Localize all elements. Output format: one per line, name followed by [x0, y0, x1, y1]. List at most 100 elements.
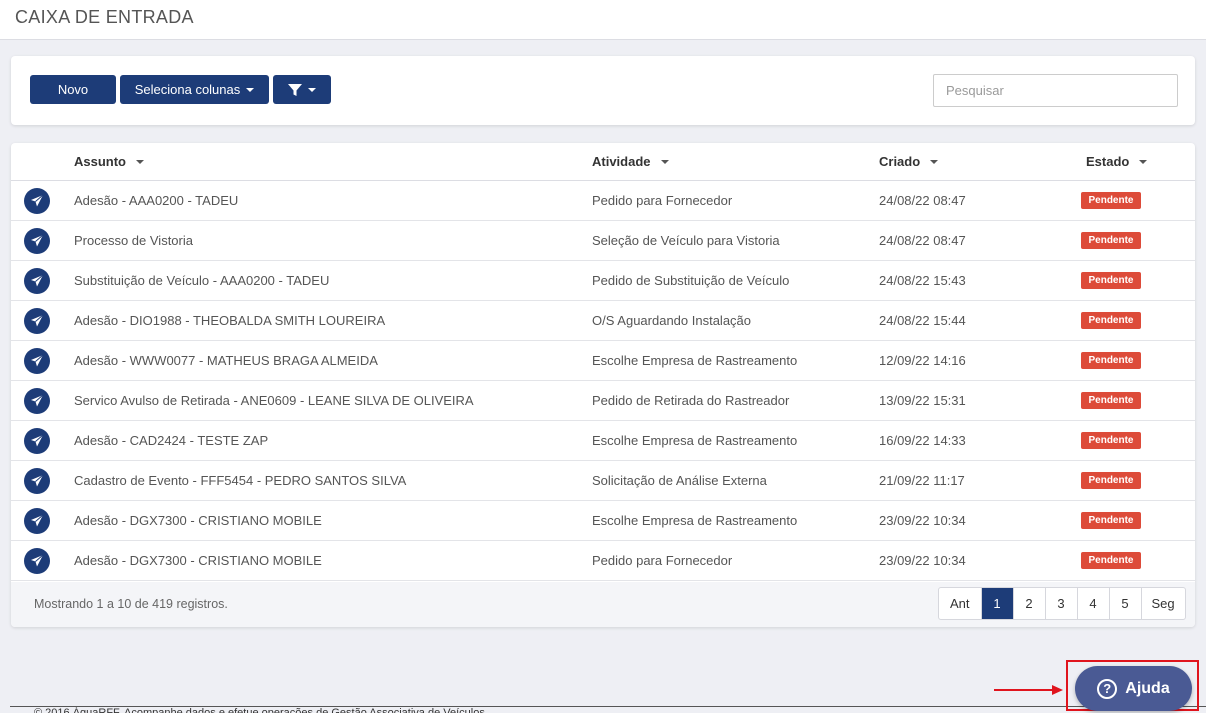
cell-atividade: O/S Aguardando Instalação [592, 313, 752, 328]
table-row[interactable]: Processo de Vistoria Seleção de Veículo … [11, 221, 1195, 261]
column-header-label: Atividade [592, 154, 651, 169]
cell-assunto: Adesão - AAA0200 - TADEU [74, 193, 239, 208]
pagination: Ant 1 2 3 4 5 Seg [938, 587, 1186, 620]
table-row[interactable]: Adesão - DIO1988 - THEOBALDA SMITH LOURE… [11, 301, 1195, 341]
column-header-criado[interactable]: Criado [879, 154, 939, 169]
toolbar: Novo Seleciona colunas [11, 56, 1195, 125]
status-badge: Pendente [1081, 192, 1141, 209]
status-badge: Pendente [1081, 432, 1141, 449]
column-header-estado[interactable]: Estado [1086, 154, 1148, 169]
cell-atividade: Escolhe Empresa de Rastreamento [592, 353, 798, 368]
red-arrow-annotation [994, 685, 1063, 695]
cell-assunto: Adesão - DIO1988 - THEOBALDA SMITH LOURE… [74, 313, 386, 328]
column-header-label: Estado [1086, 154, 1130, 169]
table-row[interactable]: Adesão - DGX7300 - CRISTIANO MOBILE Esco… [11, 501, 1195, 541]
status-badge: Pendente [1081, 312, 1141, 329]
status-badge: Pendente [1081, 512, 1141, 529]
cell-atividade: Escolhe Empresa de Rastreamento [592, 513, 798, 528]
table-footer: Mostrando 1 a 10 de 419 registros. Ant 1… [11, 582, 1195, 627]
cell-assunto: Adesão - DGX7300 - CRISTIANO MOBILE [74, 553, 322, 568]
cell-atividade: Solicitação de Análise Externa [592, 473, 767, 488]
table-row[interactable]: Adesão - WWW0077 - MATHEUS BRAGA ALMEIDA… [11, 341, 1195, 381]
pagination-page-2[interactable]: 2 [1012, 588, 1045, 619]
filter-button[interactable] [273, 75, 331, 104]
table-row[interactable]: Substituição de Veículo - AAA0200 - TADE… [11, 261, 1195, 301]
status-badge: Pendente [1081, 392, 1141, 409]
cell-atividade: Pedido para Fornecedor [592, 553, 733, 568]
chevron-down-icon [246, 87, 255, 92]
status-badge: Pendente [1081, 352, 1141, 369]
pagination-page-3[interactable]: 3 [1044, 588, 1077, 619]
column-header-label: Assunto [74, 154, 126, 169]
cell-atividade: Pedido de Retirada do Rastreador [592, 393, 790, 408]
status-badge: Pendente [1081, 232, 1141, 249]
pagination-page-1[interactable]: 1 [980, 588, 1013, 619]
cell-criado: 23/09/22 10:34 [879, 513, 966, 528]
sort-caret-icon [136, 159, 144, 164]
paper-plane-icon[interactable] [24, 508, 50, 534]
paper-plane-icon[interactable] [24, 348, 50, 374]
pagination-prev[interactable]: Ant [939, 588, 981, 619]
status-badge: Pendente [1081, 272, 1141, 289]
records-info: Mostrando 1 a 10 de 419 registros. [34, 597, 228, 611]
cell-assunto: Adesão - CAD2424 - TESTE ZAP [74, 433, 269, 448]
table-row[interactable]: Servico Avulso de Retirada - ANE0609 - L… [11, 381, 1195, 421]
search-input[interactable] [933, 74, 1178, 107]
sort-caret-icon [930, 159, 939, 164]
table-row[interactable]: Adesão - DGX7300 - CRISTIANO MOBILE Pedi… [11, 541, 1195, 581]
paper-plane-icon[interactable] [24, 548, 50, 574]
cell-criado: 16/09/22 14:33 [879, 433, 966, 448]
table-row[interactable]: Cadastro de Evento - FFF5454 - PEDRO SAN… [11, 461, 1195, 501]
table-row[interactable]: Adesão - AAA0200 - TADEU Pedido para For… [11, 181, 1195, 221]
top-bar: CAIXA DE ENTRADA [0, 0, 1206, 40]
novo-button-label: Novo [57, 82, 89, 97]
paper-plane-icon[interactable] [24, 308, 50, 334]
funnel-icon [288, 83, 302, 96]
sort-caret-icon [660, 159, 669, 164]
cell-assunto: Servico Avulso de Retirada - ANE0609 - L… [74, 393, 474, 408]
cell-atividade: Escolhe Empresa de Rastreamento [592, 433, 798, 448]
paper-plane-icon[interactable] [24, 268, 50, 294]
paper-plane-icon[interactable] [24, 188, 50, 214]
paper-plane-icon[interactable] [24, 428, 50, 454]
cell-assunto: Processo de Vistoria [74, 233, 193, 248]
paper-plane-icon[interactable] [24, 228, 50, 254]
cell-atividade: Pedido para Fornecedor [592, 193, 733, 208]
help-button-label: Ajuda [1125, 679, 1170, 697]
cell-criado: 23/09/22 10:34 [879, 553, 966, 568]
cell-criado: 21/09/22 11:17 [879, 473, 965, 488]
table-header: Assunto Atividade Criado Estado [11, 143, 1195, 181]
cell-criado: 24/08/22 15:44 [879, 313, 966, 328]
cell-criado: 12/09/22 14:16 [879, 353, 966, 368]
pagination-page-4[interactable]: 4 [1076, 588, 1109, 619]
status-badge: Pendente [1081, 552, 1141, 569]
footer-text: © 2016 ÁguaRFF. Acompanhe dados e efetue… [34, 707, 488, 713]
cell-criado: 24/08/22 08:47 [879, 193, 966, 208]
paper-plane-icon[interactable] [24, 388, 50, 414]
cell-criado: 24/08/22 15:43 [879, 273, 966, 288]
table-row[interactable]: Adesão - CAD2424 - TESTE ZAP Escolhe Emp… [11, 421, 1195, 461]
cell-criado: 24/08/22 08:47 [879, 233, 966, 248]
column-header-atividade[interactable]: Atividade [592, 154, 669, 169]
chevron-down-icon [308, 87, 316, 92]
cell-atividade: Pedido de Substituição de Veículo [592, 273, 790, 288]
cell-assunto: Adesão - DGX7300 - CRISTIANO MOBILE [74, 513, 322, 528]
cell-assunto: Substituição de Veículo - AAA0200 - TADE… [74, 273, 330, 288]
column-header-label: Criado [879, 154, 921, 169]
select-columns-button[interactable]: Seleciona colunas [120, 75, 269, 104]
sort-caret-icon [1139, 159, 1148, 164]
column-header-assunto[interactable]: Assunto [74, 154, 144, 169]
pagination-page-5[interactable]: 5 [1108, 588, 1141, 619]
cell-criado: 13/09/22 15:31 [879, 393, 966, 408]
cell-assunto: Adesão - WWW0077 - MATHEUS BRAGA ALMEIDA [74, 353, 378, 368]
select-columns-label: Seleciona colunas [134, 82, 241, 97]
question-icon: ? [1097, 678, 1118, 699]
paper-plane-icon[interactable] [24, 468, 50, 494]
novo-button[interactable]: Novo [30, 75, 116, 104]
cell-assunto: Cadastro de Evento - FFF5454 - PEDRO SAN… [74, 473, 407, 488]
pagination-next[interactable]: Seg [1140, 588, 1185, 619]
inbox-table: Assunto Atividade Criado Estado Adesão -… [11, 143, 1195, 627]
help-button[interactable]: ? Ajuda [1075, 666, 1192, 711]
status-badge: Pendente [1081, 472, 1141, 489]
page-title: CAIXA DE ENTRADA [15, 7, 194, 27]
